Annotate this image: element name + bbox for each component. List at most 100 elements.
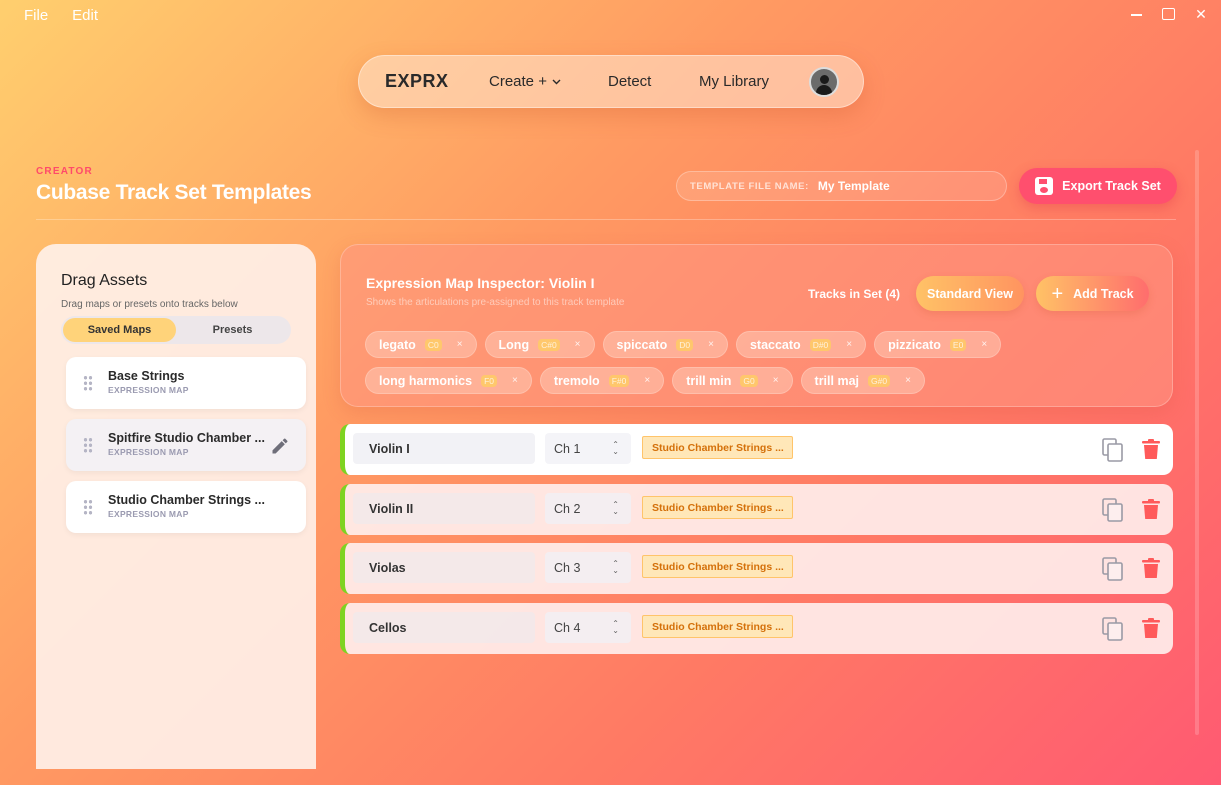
articulation-name: Long — [498, 337, 530, 352]
nav-create-label: Create + — [489, 73, 547, 90]
track-name-input[interactable] — [353, 493, 535, 524]
add-track-button[interactable]: + Add Track — [1036, 276, 1149, 311]
standard-view-button[interactable]: Standard View — [916, 276, 1024, 311]
articulation-chip[interactable]: legato C0 × — [365, 331, 477, 358]
articulation-name: spiccato — [616, 337, 668, 352]
page-title: Cubase Track Set Templates — [36, 181, 312, 204]
channel-value: Ch 4 — [554, 620, 581, 635]
drag-assets-title: Drag Assets — [61, 272, 148, 289]
edit-pencil-icon[interactable] — [270, 436, 290, 456]
select-arrows-icon: ⌃ ⌄ — [612, 619, 619, 635]
articulation-name: trill maj — [814, 373, 859, 388]
duplicate-icon[interactable] — [1102, 617, 1124, 641]
channel-select[interactable]: Ch 4 ⌃ ⌄ — [545, 612, 631, 643]
user-avatar-icon[interactable] — [809, 66, 839, 97]
remove-icon[interactable]: × — [575, 339, 581, 350]
select-arrows-icon: ⌃ ⌄ — [612, 559, 619, 575]
remove-icon[interactable]: × — [773, 375, 779, 386]
articulation-chip[interactable]: staccato D#0 × — [735, 331, 867, 358]
articulation-key: F0 — [481, 374, 497, 387]
delete-icon[interactable] — [1142, 499, 1160, 520]
asset-type-toggle: Saved Maps Presets — [61, 316, 291, 344]
select-arrows-icon: ⌃ ⌄ — [612, 500, 619, 516]
articulation-key: G0 — [740, 374, 758, 387]
maximize-icon[interactable] — [1162, 8, 1175, 20]
asset-item[interactable]: Spitfire Studio Chamber ... EXPRESSION M… — [66, 419, 306, 471]
tab-saved-maps[interactable]: Saved Maps — [63, 318, 176, 342]
track-row[interactable]: Ch 3 ⌃⌄ Studio Chamber Strings ... — [340, 543, 1173, 594]
drag-assets-subtitle: Drag maps or presets onto tracks below — [61, 299, 238, 310]
track-row[interactable]: Ch 4 ⌃⌄ Studio Chamber Strings ... — [340, 603, 1173, 654]
articulation-chip[interactable]: long harmonics F0 × — [365, 367, 532, 394]
brand-logo[interactable]: EXPRX — [385, 71, 489, 92]
articulation-chip[interactable]: pizzicato E0 × — [874, 331, 1002, 358]
remove-icon[interactable]: × — [457, 339, 463, 350]
remove-icon[interactable]: × — [905, 375, 911, 386]
articulation-name: pizzicato — [888, 337, 941, 352]
top-navigation: EXPRX Create + Detect My Library — [358, 55, 864, 108]
inspector-subtitle: Shows the articulations pre-assigned to … — [366, 297, 625, 308]
drag-handle-icon[interactable] — [83, 375, 93, 391]
menu-file[interactable]: File — [24, 7, 48, 24]
track-name-input[interactable] — [353, 433, 535, 464]
menu-edit[interactable]: Edit — [72, 7, 98, 24]
chevron-down-icon — [552, 79, 561, 84]
track-name-input[interactable] — [353, 552, 535, 583]
plus-icon: + — [1051, 282, 1064, 305]
remove-icon[interactable]: × — [512, 375, 518, 386]
close-icon[interactable]: ✕ — [1195, 6, 1207, 23]
expression-map-inspector: Expression Map Inspector: Violin I Shows… — [340, 244, 1173, 407]
drag-handle-icon[interactable] — [83, 499, 93, 515]
delete-icon[interactable] — [1142, 439, 1160, 460]
nav-create[interactable]: Create + — [489, 73, 608, 90]
track-row[interactable]: Ch 1 ⌃⌄ Studio Chamber Strings ... — [340, 424, 1173, 475]
tab-presets[interactable]: Presets — [176, 318, 289, 342]
template-file-name-input[interactable] — [817, 179, 988, 193]
tracks-in-set-count: Tracks in Set (4) — [808, 287, 901, 301]
articulation-chip[interactable]: trill maj G#0 × — [800, 367, 925, 394]
delete-icon[interactable] — [1142, 618, 1160, 639]
remove-icon[interactable]: × — [981, 339, 987, 350]
minimize-icon[interactable] — [1131, 14, 1142, 16]
asset-item[interactable]: Studio Chamber Strings ... EXPRESSION MA… — [66, 481, 306, 533]
add-track-label: Add Track — [1073, 286, 1134, 301]
articulation-key: G#0 — [868, 374, 891, 387]
nav-my-library[interactable]: My Library — [699, 73, 809, 90]
articulation-chip[interactable]: spiccato D0 × — [602, 331, 728, 358]
articulation-chip[interactable]: Long C#0 × — [484, 331, 595, 358]
channel-select[interactable]: Ch 2 ⌃ ⌄ — [545, 493, 631, 524]
channel-value: Ch 2 — [554, 501, 581, 516]
template-file-name-label: TEMPLATE FILE NAME: — [690, 180, 809, 192]
remove-icon[interactable]: × — [708, 339, 714, 350]
select-arrows-icon: ⌃ ⌄ — [612, 440, 619, 456]
channel-select[interactable]: Ch 1 ⌃ ⌄ — [545, 433, 631, 464]
channel-select[interactable]: Ch 3 ⌃ ⌄ — [545, 552, 631, 583]
assigned-map-tag[interactable]: Studio Chamber Strings ... — [642, 496, 793, 519]
remove-icon[interactable]: × — [846, 339, 852, 350]
track-name-input[interactable] — [353, 612, 535, 643]
articulation-name: long harmonics — [379, 373, 473, 388]
page-scrollbar[interactable] — [1195, 150, 1199, 735]
nav-detect[interactable]: Detect — [608, 73, 699, 90]
articulation-name: tremolo — [553, 373, 600, 388]
delete-icon[interactable] — [1142, 558, 1160, 579]
asset-item-name: Studio Chamber Strings ... — [108, 493, 265, 507]
duplicate-icon[interactable] — [1102, 438, 1124, 462]
assigned-map-tag[interactable]: Studio Chamber Strings ... — [642, 615, 793, 638]
articulation-name: staccato — [749, 337, 801, 352]
assigned-map-tag[interactable]: Studio Chamber Strings ... — [642, 436, 793, 459]
asset-item[interactable]: Base Strings EXPRESSION MAP — [66, 357, 306, 409]
remove-icon[interactable]: × — [644, 375, 650, 386]
channel-value: Ch 1 — [554, 441, 581, 456]
articulation-chip[interactable]: tremolo F#0 × — [539, 367, 665, 394]
duplicate-icon[interactable] — [1102, 498, 1124, 522]
drag-handle-icon[interactable] — [83, 437, 93, 453]
duplicate-icon[interactable] — [1102, 557, 1124, 581]
assigned-map-tag[interactable]: Studio Chamber Strings ... — [642, 555, 793, 578]
articulation-key: E0 — [949, 338, 967, 351]
articulation-chip[interactable]: trill min G0 × — [672, 367, 793, 394]
export-track-set-button[interactable]: Export Track Set — [1019, 168, 1177, 204]
asset-item-name: Base Strings — [108, 369, 185, 383]
articulation-key: F#0 — [608, 374, 630, 387]
track-row[interactable]: Ch 2 ⌃⌄ Studio Chamber Strings ... — [340, 484, 1173, 535]
